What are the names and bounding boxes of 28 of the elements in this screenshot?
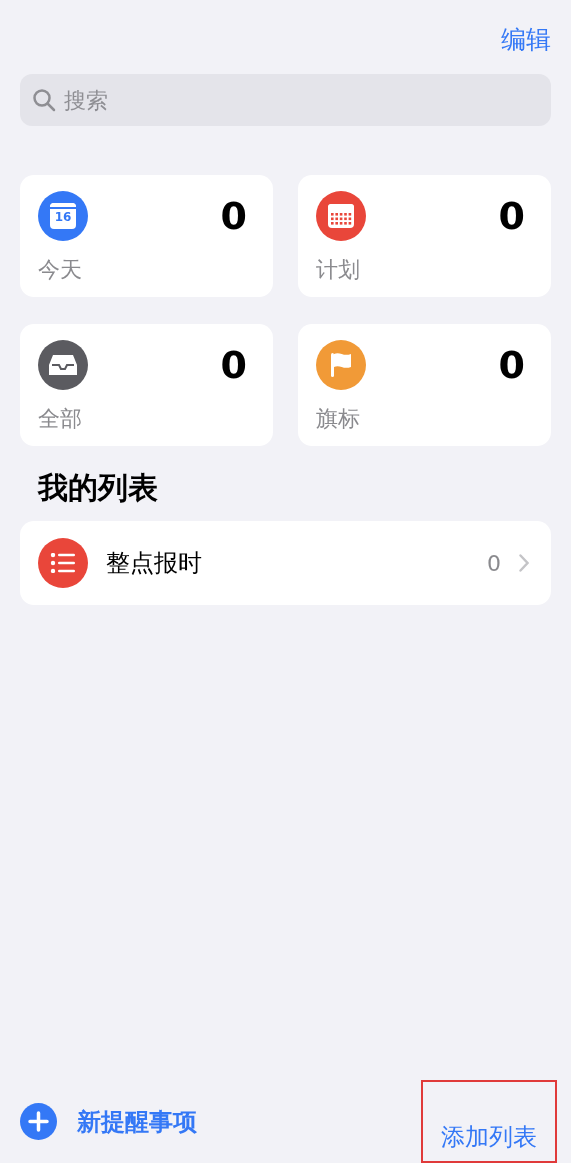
chevron-icon	[519, 554, 529, 572]
list-icon	[50, 553, 76, 573]
count: 0	[220, 197, 247, 235]
list-label: 旗标	[316, 405, 361, 433]
smart-list-card[interactable]: 16 0 今天	[20, 175, 273, 297]
calendar-icon	[327, 203, 355, 229]
plus-icon	[20, 1103, 57, 1140]
count: 0	[498, 346, 525, 384]
list-label: 计划	[316, 256, 361, 284]
tray-icon	[49, 353, 77, 377]
search-icon	[32, 88, 56, 112]
add-list-button[interactable]: 添加列表	[421, 1080, 557, 1163]
count: 0	[220, 346, 247, 384]
search-field[interactable]: 搜索	[20, 74, 551, 126]
edit-button[interactable]: 编辑	[501, 22, 551, 56]
calendar-icon: 16	[50, 203, 76, 229]
count: 0	[487, 550, 501, 576]
section-title: 我的列表	[38, 469, 159, 507]
smart-list-card[interactable]: 0 计划	[298, 175, 551, 297]
smart-list-card[interactable]: 0 全部	[20, 324, 273, 446]
smart-list-card[interactable]: 0 旗标	[298, 324, 551, 446]
list-label: 全部	[38, 405, 83, 433]
new-reminder-button[interactable]: 新提醒事项	[20, 1103, 197, 1140]
list-label: 今天	[38, 256, 83, 284]
list-name: 整点报时	[106, 548, 203, 579]
count: 0	[498, 197, 525, 235]
flag-icon	[330, 352, 352, 378]
list-row[interactable]: 整点报时 0	[20, 521, 551, 605]
